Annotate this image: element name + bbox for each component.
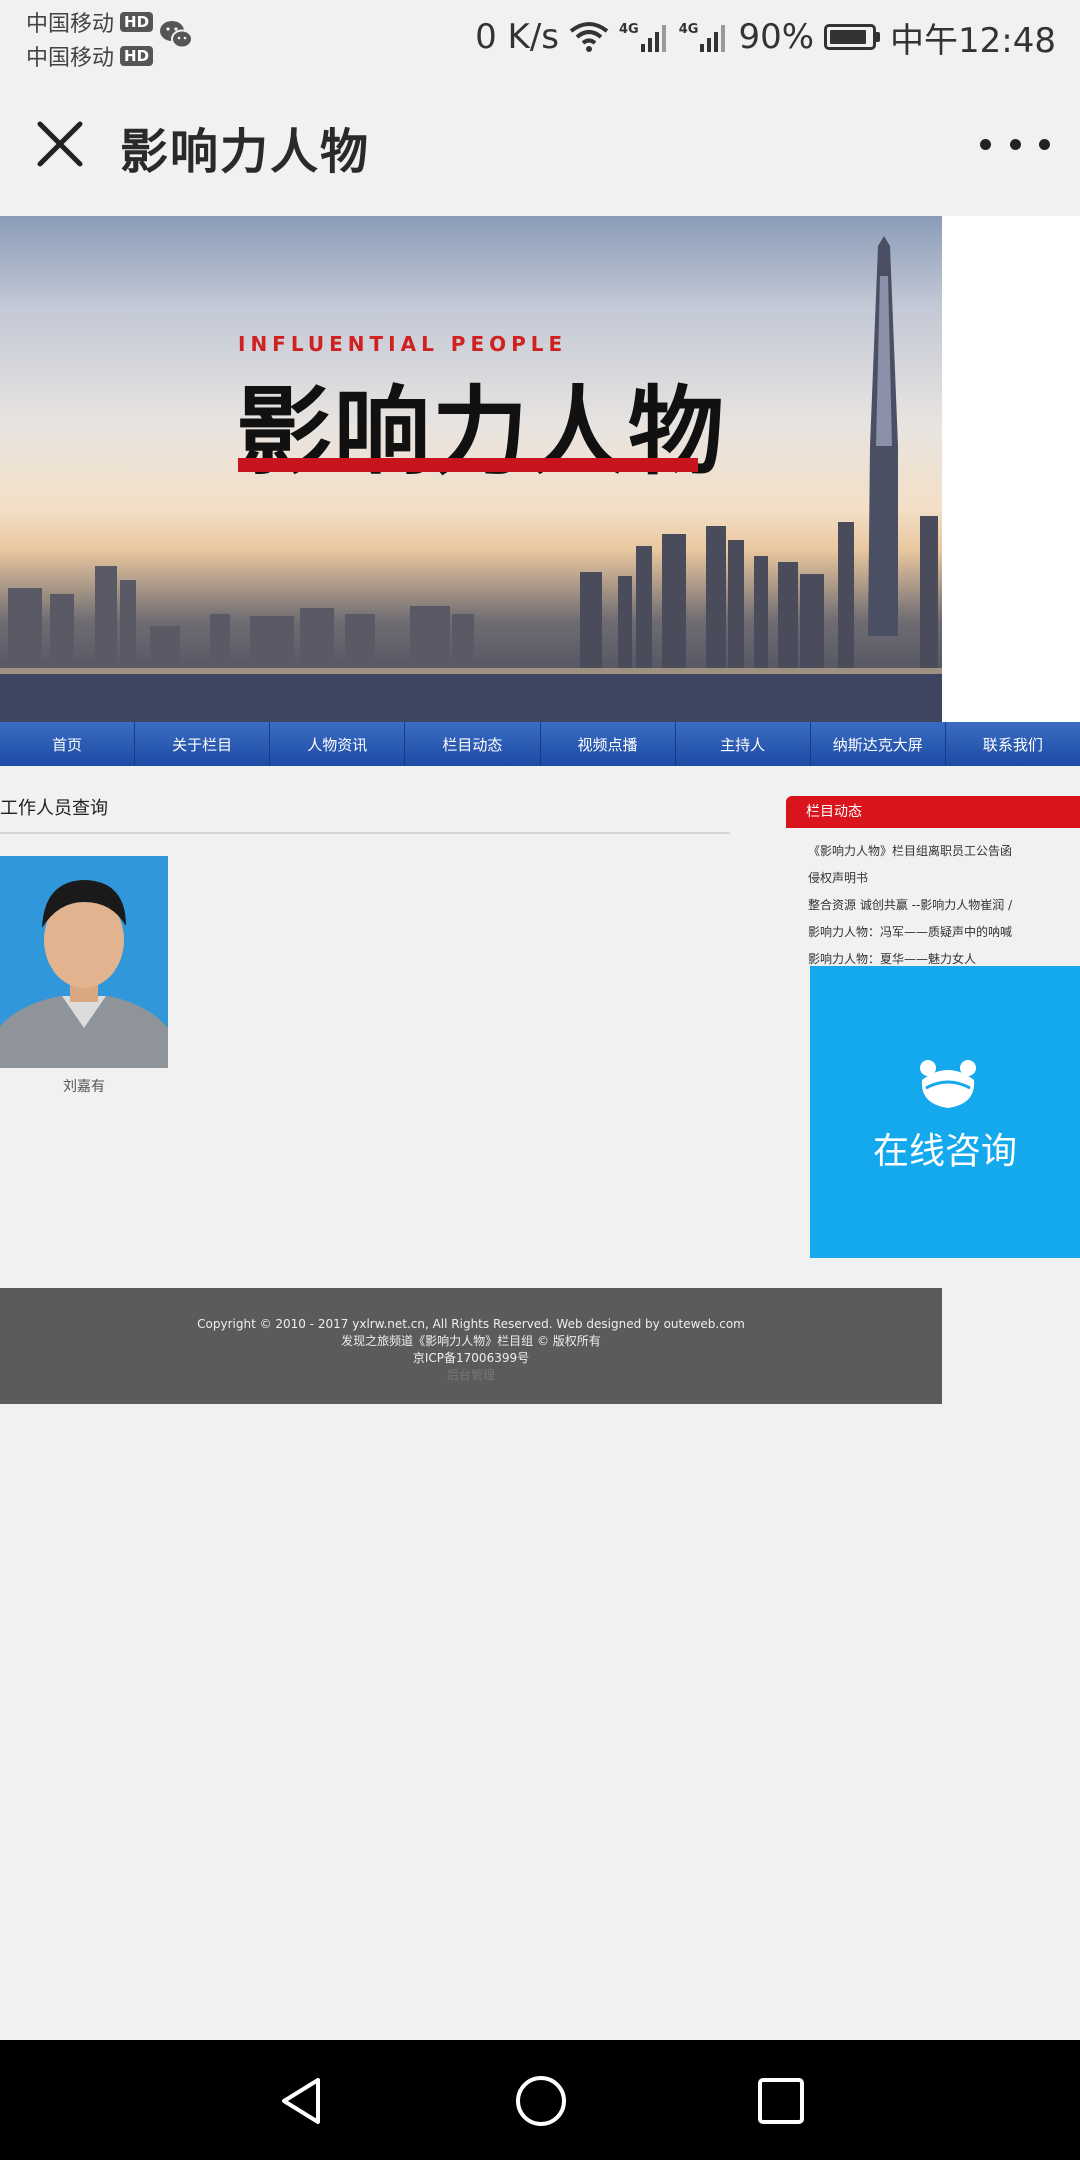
- recents-icon[interactable]: [754, 2074, 808, 2128]
- carrier-1-label: 中国移动: [26, 12, 115, 37]
- banner-logo-en: INFLUENTIAL PEOPLE: [238, 332, 568, 356]
- signal-2: 4G: [679, 22, 729, 52]
- signal-icon: [700, 25, 726, 52]
- nav-item-about[interactable]: 关于栏目: [135, 722, 271, 766]
- banner-margin: [942, 216, 1080, 722]
- online-consult-label: 在线咨询: [872, 1131, 1017, 1172]
- net-speed: 0 K/s: [475, 17, 559, 57]
- nav-item-hosts[interactable]: 主持人: [676, 722, 811, 766]
- nav-item-news[interactable]: 人物资讯: [270, 722, 406, 766]
- clock: 中午12:48: [890, 20, 1056, 61]
- nav-item-video[interactable]: 视频点播: [541, 722, 676, 766]
- nav-item-contact[interactable]: 联系我们: [946, 722, 1080, 766]
- person-name: 刘嘉有: [63, 1079, 105, 1095]
- hd-badge: HD: [120, 46, 154, 66]
- banner: INFLUENTIAL PEOPLE 影响力人物: [0, 216, 942, 722]
- section-divider: [0, 832, 730, 834]
- status-bar: 中国移动 HD 中国移动 HD 0 K/s 4G 4G 90% 中午12:48: [0, 0, 1080, 74]
- sidebar-link[interactable]: 影响力人物：冯军——质疑声中的呐喊: [808, 919, 1080, 946]
- person-photo: [0, 856, 168, 1068]
- signal-icon: [640, 25, 666, 52]
- sidebar-title: 栏目动态: [786, 796, 1080, 828]
- wechat-icon: [160, 21, 193, 49]
- nav-item-nasdaq[interactable]: 纳斯达克大屏: [811, 722, 946, 766]
- signal-2-label: 4G: [678, 22, 699, 37]
- page-title: 影响力人物: [120, 124, 371, 180]
- footer: Copyright © 2010 - 2017 yxlrw.net.cn, Al…: [0, 1288, 942, 1404]
- sidebar-list: 《影响力人物》栏目组离职员工公告函 侵权声明书 整合资源 诚创共赢 --影响力人…: [786, 828, 1080, 973]
- person-card[interactable]: 刘嘉有: [0, 856, 168, 1096]
- footer-rights: 发现之旅频道《影响力人物》栏目组 © 版权所有: [341, 1334, 601, 1348]
- hd-badge: HD: [120, 12, 154, 32]
- battery-percent: 90%: [738, 17, 815, 57]
- signal-1: 4G: [619, 22, 669, 52]
- carrier-2-label: 中国移动: [26, 46, 115, 71]
- sidebar-link[interactable]: 侵权声明书: [808, 865, 1080, 892]
- section-title: 工作人员查询: [0, 798, 108, 819]
- signal-1-label: 4G: [619, 22, 639, 37]
- nav-item-updates[interactable]: 栏目动态: [405, 722, 541, 766]
- footer-admin-link[interactable]: 后台管理: [0, 1367, 942, 1384]
- home-icon[interactable]: [514, 2074, 568, 2128]
- online-consult-button[interactable]: 在线咨询: [810, 966, 1080, 1258]
- sidebar-link[interactable]: 整合资源 诚创共赢 --影响力人物崔润 /: [808, 892, 1080, 919]
- logo-swoosh: [238, 458, 698, 472]
- main-nav: 首页 关于栏目 人物资讯 栏目动态 视频点播 主持人 纳斯达克大屏 联系我们: [0, 722, 1080, 766]
- footer-icp-link[interactable]: 京ICP备17006399号: [0, 1350, 942, 1367]
- carrier-2: 中国移动 HD: [26, 40, 154, 72]
- sidebar-link[interactable]: 《影响力人物》栏目组离职员工公告函: [808, 838, 1080, 865]
- more-options-button[interactable]: [980, 124, 1050, 164]
- close-button[interactable]: [30, 114, 90, 174]
- nav-item-home[interactable]: 首页: [0, 722, 136, 766]
- battery-icon: [824, 24, 881, 50]
- carrier-1: 中国移动 HD: [26, 6, 154, 38]
- title-bar: 影响力人物: [0, 74, 1080, 214]
- footer-copyright: Copyright © 2010 - 2017 yxlrw.net.cn, Al…: [197, 1317, 745, 1331]
- system-nav-bar: [0, 2040, 1080, 2160]
- wifi-icon: [569, 22, 609, 52]
- bear-logo-icon: [920, 1060, 976, 1108]
- back-icon[interactable]: [274, 2074, 328, 2128]
- sidebar: 栏目动态 《影响力人物》栏目组离职员工公告函 侵权声明书 整合资源 诚创共赢 -…: [786, 796, 1080, 1258]
